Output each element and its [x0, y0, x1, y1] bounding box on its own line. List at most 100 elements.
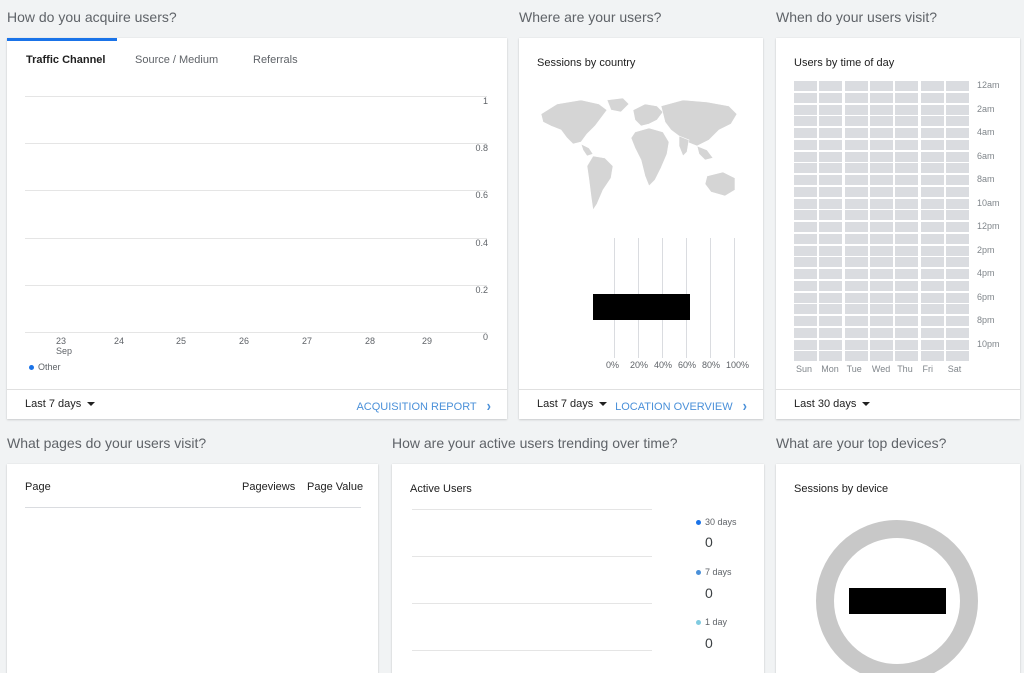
heatmap-cell[interactable]: [844, 304, 868, 315]
heatmap-cell[interactable]: [794, 186, 817, 197]
heatmap-cell[interactable]: [895, 351, 919, 362]
heatmap-cell[interactable]: [869, 186, 893, 197]
heatmap-cell[interactable]: [945, 257, 969, 268]
heatmap-cell[interactable]: [794, 104, 817, 115]
heatmap-cell[interactable]: [869, 316, 893, 326]
heatmap-cell[interactable]: [869, 139, 893, 150]
heatmap-cell[interactable]: [920, 104, 944, 115]
heatmap-cell[interactable]: [844, 339, 868, 350]
heatmap-cell[interactable]: [844, 233, 868, 244]
heatmap-cell[interactable]: [844, 128, 868, 138]
heatmap-cell[interactable]: [819, 198, 843, 209]
heatmap-cell[interactable]: [844, 175, 868, 185]
heatmap-cell[interactable]: [895, 104, 919, 115]
heatmap-cell[interactable]: [945, 104, 969, 115]
heatmap-cell[interactable]: [819, 233, 843, 244]
heatmap-cell[interactable]: [869, 210, 893, 221]
heatmap-cell[interactable]: [794, 351, 817, 362]
heatmap-cell[interactable]: [869, 116, 893, 127]
heatmap-cell[interactable]: [920, 292, 944, 303]
heatmap-cell[interactable]: [895, 198, 919, 209]
heatmap-cell[interactable]: [920, 92, 944, 103]
heatmap-cell[interactable]: [945, 128, 969, 138]
heatmap-cell[interactable]: [819, 292, 843, 303]
heatmap-cell[interactable]: [794, 175, 817, 185]
heatmap-cell[interactable]: [819, 128, 843, 138]
heatmap-cell[interactable]: [920, 81, 944, 91]
time-date-range-dropdown[interactable]: Last 30 days: [794, 398, 871, 410]
heatmap-cell[interactable]: [844, 151, 868, 162]
heatmap-cell[interactable]: [844, 139, 868, 150]
heatmap-cell[interactable]: [895, 316, 919, 326]
heatmap-cell[interactable]: [869, 163, 893, 174]
heatmap-cell[interactable]: [920, 198, 944, 209]
heatmap-cell[interactable]: [869, 257, 893, 268]
heatmap-cell[interactable]: [920, 245, 944, 256]
heatmap-cell[interactable]: [945, 316, 969, 326]
heatmap-cell[interactable]: [920, 175, 944, 185]
heatmap-cell[interactable]: [895, 92, 919, 103]
heatmap-cell[interactable]: [920, 233, 944, 244]
heatmap-cell[interactable]: [869, 351, 893, 362]
heatmap-cell[interactable]: [819, 116, 843, 127]
heatmap-cell[interactable]: [844, 92, 868, 103]
page-value-column-header[interactable]: Page Value: [307, 481, 363, 493]
heatmap-cell[interactable]: [945, 175, 969, 185]
heatmap-cell[interactable]: [895, 304, 919, 315]
heatmap-cell[interactable]: [844, 245, 868, 256]
heatmap-cell[interactable]: [819, 304, 843, 315]
heatmap-cell[interactable]: [869, 304, 893, 315]
heatmap-cell[interactable]: [819, 151, 843, 162]
heatmap-cell[interactable]: [945, 198, 969, 209]
heatmap-cell[interactable]: [869, 151, 893, 162]
heatmap-cell[interactable]: [920, 339, 944, 350]
heatmap-cell[interactable]: [945, 339, 969, 350]
pageviews-column-header[interactable]: Pageviews: [242, 481, 295, 493]
heatmap-cell[interactable]: [920, 280, 944, 291]
heatmap-cell[interactable]: [920, 139, 944, 150]
heatmap-cell[interactable]: [869, 92, 893, 103]
heatmap-cell[interactable]: [819, 186, 843, 197]
heatmap-cell[interactable]: [844, 116, 868, 127]
heatmap-cell[interactable]: [844, 327, 868, 338]
heatmap-cell[interactable]: [945, 351, 969, 362]
heatmap-cell[interactable]: [920, 351, 944, 362]
heatmap-cell[interactable]: [819, 81, 843, 91]
heatmap-cell[interactable]: [895, 186, 919, 197]
heatmap-cell[interactable]: [920, 163, 944, 174]
heatmap-cell[interactable]: [920, 151, 944, 162]
heatmap-cell[interactable]: [844, 210, 868, 221]
heatmap-cell[interactable]: [895, 233, 919, 244]
heatmap-cell[interactable]: [895, 175, 919, 185]
heatmap-cell[interactable]: [920, 257, 944, 268]
heatmap-cell[interactable]: [819, 210, 843, 221]
heatmap-cell[interactable]: [844, 81, 868, 91]
country-date-range-dropdown[interactable]: Last 7 days: [537, 398, 608, 410]
heatmap-cell[interactable]: [869, 245, 893, 256]
heatmap-cell[interactable]: [844, 257, 868, 268]
heatmap-cell[interactable]: [945, 186, 969, 197]
heatmap-cell[interactable]: [794, 292, 817, 303]
heatmap-cell[interactable]: [869, 233, 893, 244]
heatmap-cell[interactable]: [869, 175, 893, 185]
heatmap-cell[interactable]: [844, 163, 868, 174]
heatmap-cell[interactable]: [819, 269, 843, 279]
heatmap-cell[interactable]: [794, 304, 817, 315]
heatmap-cell[interactable]: [920, 128, 944, 138]
heatmap-cell[interactable]: [945, 245, 969, 256]
heatmap-cell[interactable]: [794, 233, 817, 244]
heatmap-cell[interactable]: [920, 116, 944, 127]
acquisition-report-link[interactable]: ACQUISITION REPORT ›: [356, 397, 491, 415]
heatmap-cell[interactable]: [895, 81, 919, 91]
heatmap-cell[interactable]: [869, 280, 893, 291]
heatmap-cell[interactable]: [945, 280, 969, 291]
heatmap-cell[interactable]: [869, 327, 893, 338]
heatmap-cell[interactable]: [794, 139, 817, 150]
heatmap-cell[interactable]: [794, 198, 817, 209]
heatmap-cell[interactable]: [945, 163, 969, 174]
heatmap-cell[interactable]: [895, 292, 919, 303]
heatmap-cell[interactable]: [869, 81, 893, 91]
heatmap-cell[interactable]: [794, 92, 817, 103]
heatmap-cell[interactable]: [794, 163, 817, 174]
heatmap-cell[interactable]: [819, 222, 843, 232]
